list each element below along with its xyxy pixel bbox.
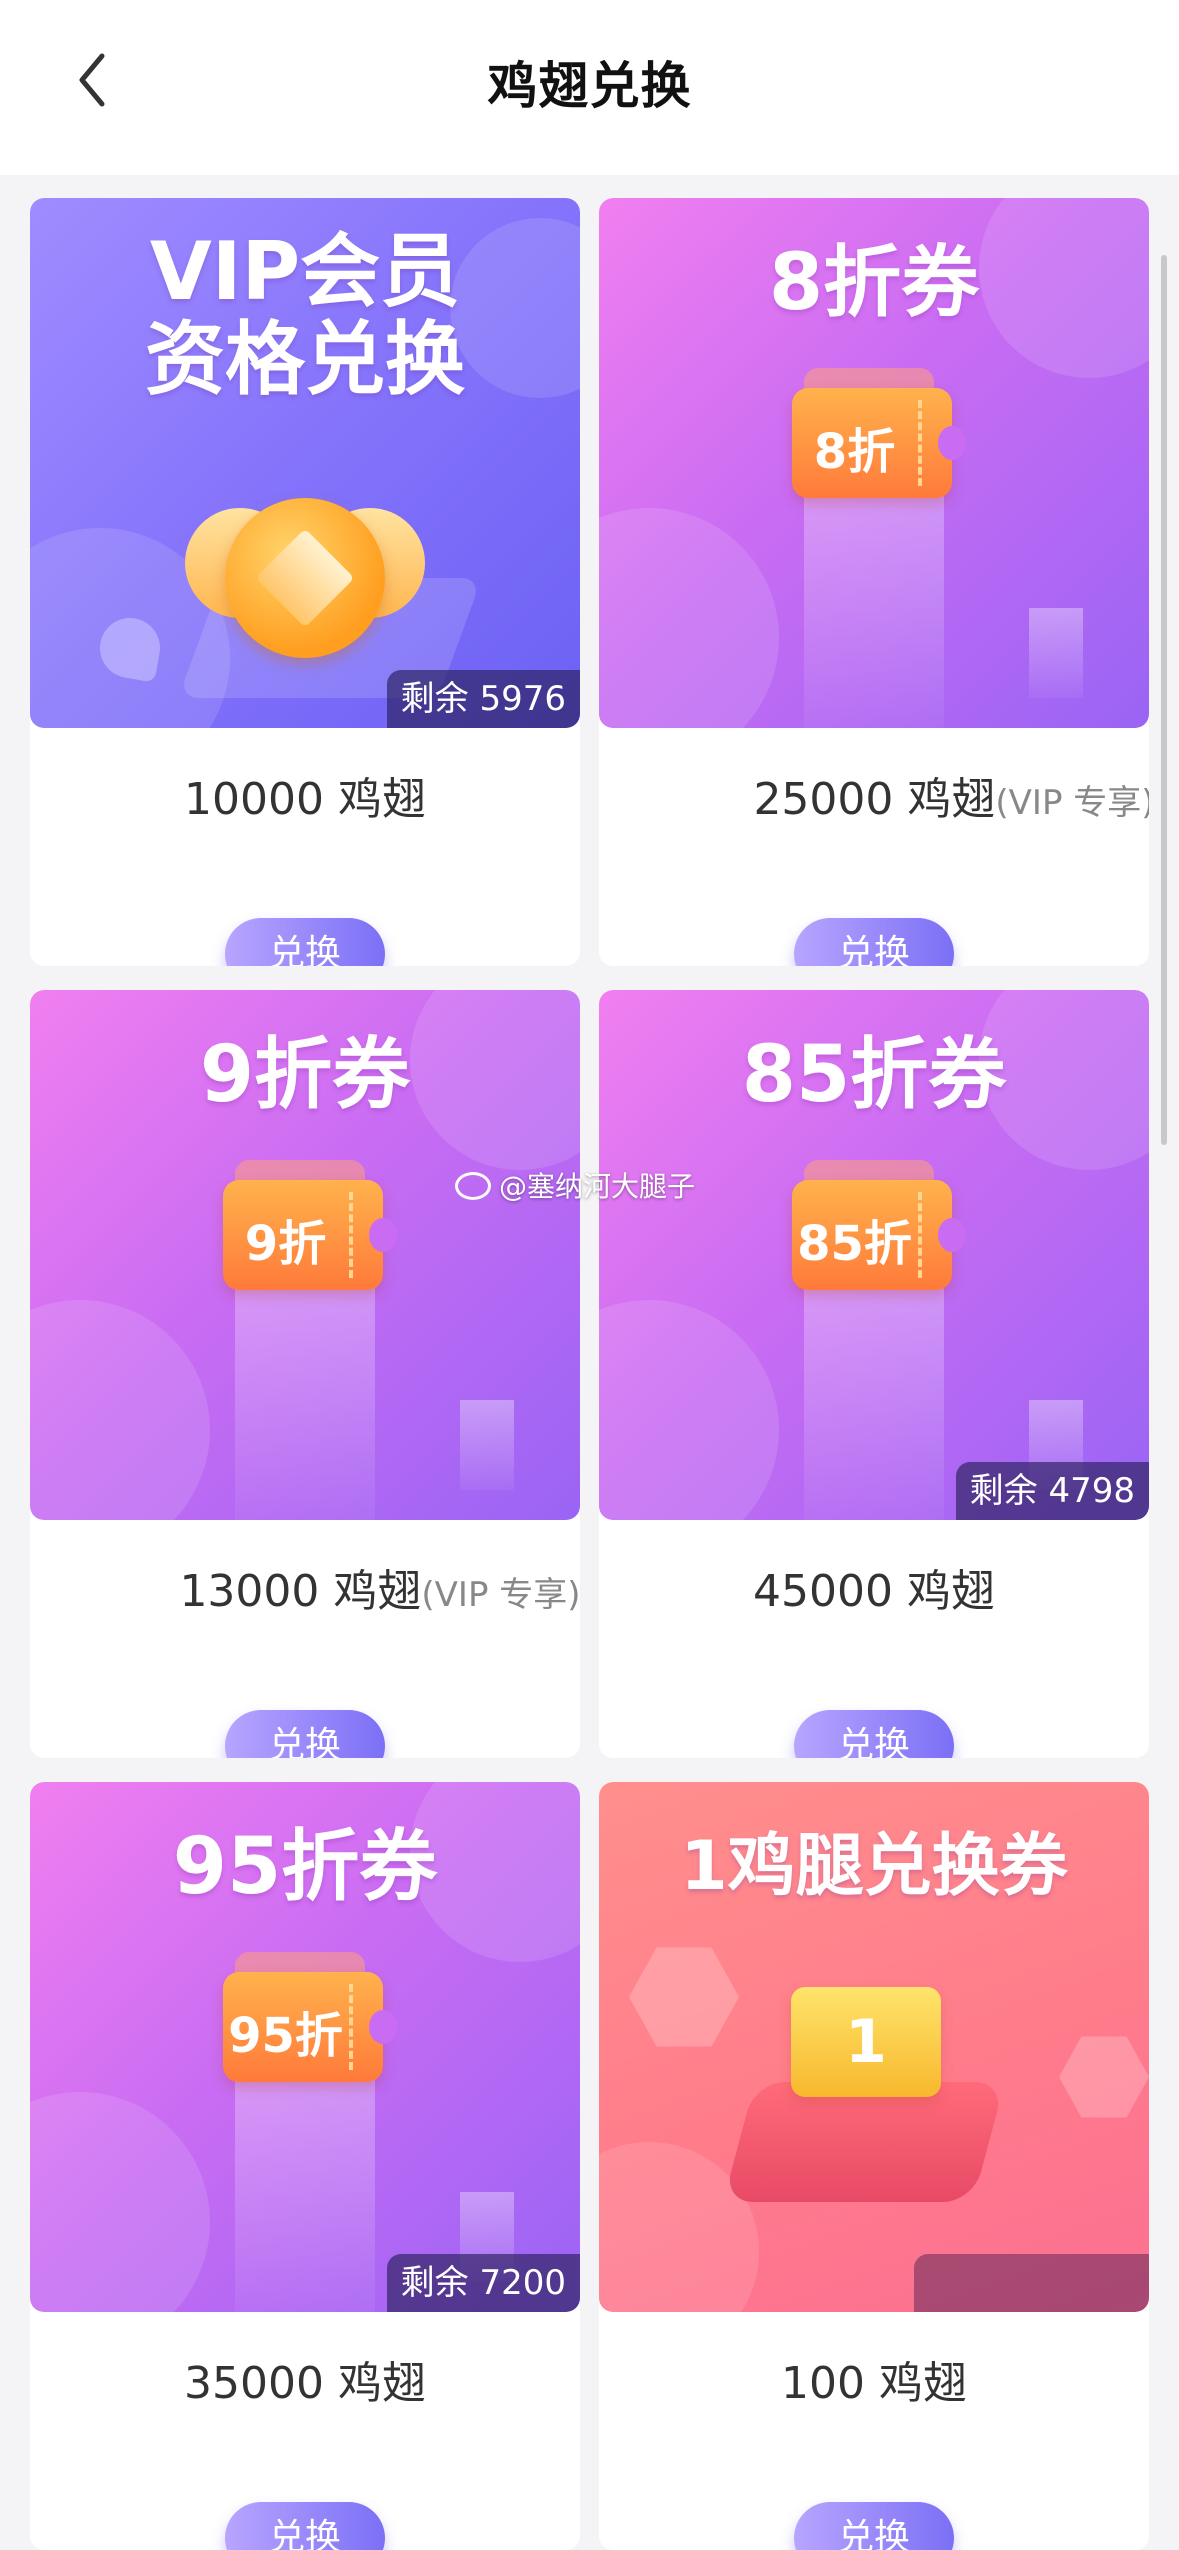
coupon-ticket-icon: 85折 <box>792 1180 966 1290</box>
decor-cube <box>1029 608 1083 698</box>
remaining-badge <box>914 2254 1149 2312</box>
price-label: 45000 鸡翅 <box>753 1566 995 1617</box>
decor-bubble <box>599 1300 779 1520</box>
card-art: 85折券 85折 剩余 4798 <box>599 990 1149 1520</box>
card-art-title: 8折券 <box>768 238 980 328</box>
decor-bubble <box>599 508 779 728</box>
price-label: 10000 鸡翅 <box>184 774 426 825</box>
exchange-card-9: 9折券 9折 13000 鸡翅(VIP 专享) 兑换 <box>30 990 580 1758</box>
exchange-card-95: 95折券 95折 剩余 7200 35000 鸡翅 兑换 <box>30 1782 580 2550</box>
exchange-card-drumstick: 1鸡腿兑换券 1 100 鸡翅 兑换 <box>599 1782 1149 2550</box>
drumstick-ticket-icon: 1 <box>791 1987 941 2097</box>
page-title: 鸡翅兑换 <box>487 57 692 115</box>
remaining-badge: 剩余 5976 <box>386 670 580 728</box>
card-art-title: VIP会员 资格兑换 <box>145 225 465 406</box>
card-art: VIP会员 资格兑换 剩余 5976 <box>30 198 580 728</box>
decor-cube <box>460 1400 514 1490</box>
price-label: 100 鸡翅 <box>781 2358 967 2409</box>
watermark: @塞纳河大腿子 <box>455 1165 695 1205</box>
exchange-card-85: 85折券 85折 剩余 4798 45000 鸡翅 兑换 <box>599 990 1149 1758</box>
price-label: 35000 鸡翅 <box>184 2358 426 2409</box>
card-art-title: 85折券 <box>741 1030 1007 1120</box>
decor-bubble <box>30 1300 210 1520</box>
coupon-ticket-icon: 95折 <box>223 1972 397 2082</box>
card-art: 95折券 95折 剩余 7200 <box>30 1782 580 2312</box>
remaining-badge: 剩余 4798 <box>955 1462 1149 1520</box>
price-label: 13000 鸡翅(VIP 专享) <box>179 1566 580 1617</box>
exchange-button[interactable]: 兑换 <box>794 2502 954 2550</box>
card-art-title: 9折券 <box>199 1030 411 1120</box>
card-art: 8折券 8折 <box>599 198 1149 728</box>
card-art: 9折券 9折 <box>30 990 580 1520</box>
decor-hexagon <box>1059 2036 1149 2118</box>
exchange-button[interactable]: 兑换 <box>225 1710 385 1758</box>
exchange-button[interactable]: 兑换 <box>794 918 954 966</box>
price-label: 25000 鸡翅(VIP 专享) <box>753 774 1149 825</box>
decor-hexagon <box>629 1947 739 2047</box>
card-art: 1鸡腿兑换券 1 <box>599 1782 1149 2312</box>
exchange-card-vip: VIP会员 资格兑换 剩余 5976 10000 鸡翅 兑换 <box>30 198 580 966</box>
exchange-button[interactable]: 兑换 <box>225 918 385 966</box>
platform-shape <box>722 2082 1006 2202</box>
exchange-button[interactable]: 兑换 <box>225 2502 385 2550</box>
card-art-title: 1鸡腿兑换券 <box>680 1827 1068 1906</box>
scrollbar[interactable] <box>1161 255 1167 1145</box>
card-art-title: 95折券 <box>172 1822 438 1912</box>
weibo-icon <box>455 1172 491 1200</box>
exchange-button[interactable]: 兑换 <box>794 1710 954 1758</box>
decor-bubble <box>30 2092 210 2312</box>
coupon-ticket-icon: 8折 <box>792 388 966 498</box>
top-bar: 鸡翅兑换 <box>0 0 1179 175</box>
coupon-ticket-icon: 9折 <box>223 1180 397 1290</box>
exchange-card-8: 8折券 8折 25000 鸡翅(VIP 专享) 兑换 <box>599 198 1149 966</box>
remaining-badge: 剩余 7200 <box>386 2254 580 2312</box>
